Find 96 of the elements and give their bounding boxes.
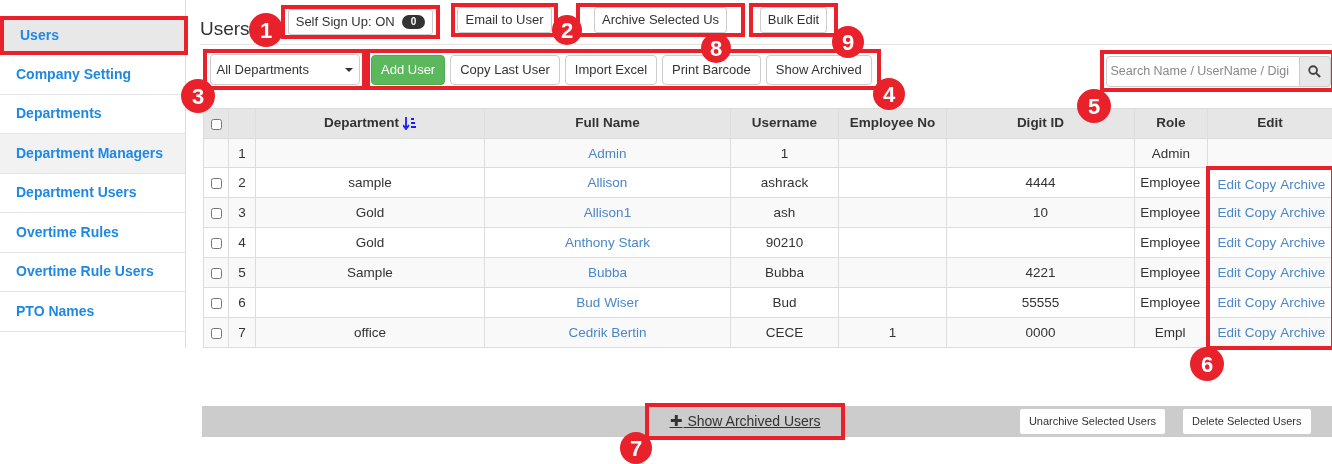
callout-badge: 9 bbox=[832, 26, 864, 58]
action-link[interactable]: Edit bbox=[1217, 295, 1241, 310]
user-link[interactable]: Anthony Stark bbox=[565, 235, 650, 250]
callout-badge: 6 bbox=[1190, 347, 1224, 381]
table-cell: Bud bbox=[772, 295, 797, 310]
top-button[interactable]: Bulk Edit bbox=[759, 7, 828, 33]
toolbar-button[interactable]: Import Excel bbox=[564, 54, 658, 85]
table-cell: Empl bbox=[1154, 325, 1186, 340]
search-button[interactable] bbox=[1299, 55, 1331, 87]
table-cell: 1 bbox=[888, 325, 897, 340]
checkbox[interactable] bbox=[210, 268, 222, 279]
action-link[interactable]: Archive bbox=[1280, 176, 1326, 192]
row-number: 1 bbox=[238, 146, 246, 161]
action-link[interactable]: Archive bbox=[1280, 265, 1326, 280]
table-cell: 4221 bbox=[1025, 265, 1056, 280]
column-header[interactable]: Digit ID bbox=[1016, 113, 1065, 134]
user-link[interactable]: Bubba bbox=[587, 265, 627, 280]
action-link[interactable]: Copy bbox=[1244, 235, 1277, 250]
table-cell: 1 bbox=[780, 146, 789, 161]
checkbox[interactable] bbox=[210, 178, 222, 189]
user-link[interactable]: Allison1 bbox=[583, 205, 632, 220]
action-link[interactable]: Edit bbox=[1217, 235, 1241, 250]
checkbox[interactable] bbox=[210, 328, 222, 339]
add-user-button[interactable]: Add User bbox=[371, 54, 446, 85]
user-link[interactable]: Admin bbox=[588, 146, 627, 161]
action-link[interactable]: Edit bbox=[1217, 176, 1241, 192]
callout-badge: 5 bbox=[1077, 89, 1111, 123]
department-select[interactable]: All Departments bbox=[209, 54, 360, 85]
checkbox[interactable] bbox=[210, 208, 222, 219]
row-number: 4 bbox=[238, 235, 246, 250]
table-cell: Bubba bbox=[764, 265, 804, 280]
action-link[interactable]: Archive bbox=[1280, 295, 1326, 310]
row-number: 5 bbox=[238, 265, 246, 280]
table-cell: Admin bbox=[1151, 146, 1191, 161]
search-icon bbox=[1308, 64, 1321, 78]
table-cell: Employee bbox=[1140, 235, 1201, 250]
callout-badge: 1 bbox=[249, 13, 283, 47]
search-field[interactable]: Search Name / UserName / Digi bbox=[1105, 55, 1300, 87]
row-number: 7 bbox=[238, 325, 246, 340]
sidebar-item[interactable]: Users bbox=[4, 20, 184, 51]
toolbar-button[interactable]: Show Archived bbox=[765, 54, 872, 85]
table-cell: Employee bbox=[1140, 295, 1201, 310]
table-cell: 4444 bbox=[1025, 175, 1056, 190]
table-cell: Gold bbox=[355, 235, 385, 250]
checkbox[interactable] bbox=[210, 238, 222, 249]
callout-badge: 7 bbox=[620, 432, 652, 464]
action-link[interactable]: Archive bbox=[1280, 325, 1326, 340]
row-number: 3 bbox=[238, 205, 246, 220]
footer-button[interactable]: Delete Selected Users bbox=[1183, 409, 1311, 434]
table-cell: Employee bbox=[1140, 205, 1201, 220]
top-button[interactable]: Archive Selected Us bbox=[593, 7, 728, 33]
table-cell: 10 bbox=[1033, 205, 1048, 220]
user-link[interactable]: Cedrik Bertin bbox=[568, 325, 647, 340]
table-cell: CECE bbox=[765, 325, 804, 340]
checkbox[interactable] bbox=[210, 298, 222, 309]
table-cell: Gold bbox=[355, 205, 385, 220]
top-button[interactable]: Email to User bbox=[457, 7, 552, 33]
action-link[interactable]: Archive bbox=[1280, 205, 1326, 220]
checkbox[interactable] bbox=[210, 119, 222, 130]
table-cell: 55555 bbox=[1021, 295, 1060, 310]
row-number: 2 bbox=[238, 175, 246, 190]
row-number: 6 bbox=[238, 295, 246, 310]
callout-badge: 2 bbox=[552, 15, 582, 45]
action-link[interactable]: Copy bbox=[1244, 325, 1277, 340]
table-cell: Sample bbox=[347, 265, 393, 280]
user-link[interactable]: Allison bbox=[587, 175, 628, 190]
action-link[interactable]: Copy bbox=[1244, 205, 1277, 220]
column-header[interactable]: Full Name bbox=[575, 113, 640, 134]
user-link[interactable]: Bud Wiser bbox=[576, 295, 639, 310]
page-title: Users bbox=[200, 17, 250, 41]
table-cell: ashrack bbox=[760, 175, 809, 190]
action-link[interactable]: Copy bbox=[1244, 265, 1277, 280]
action-link[interactable]: Copy bbox=[1244, 295, 1277, 310]
top-button[interactable]: Self Sign Up: ON 0 bbox=[287, 9, 434, 35]
table-cell: Employee bbox=[1140, 265, 1201, 280]
action-link[interactable]: Copy bbox=[1244, 176, 1277, 192]
action-link[interactable]: Edit bbox=[1217, 325, 1241, 340]
table-cell: ash bbox=[773, 205, 796, 220]
table-cell: 0000 bbox=[1025, 325, 1056, 340]
toolbar-button[interactable]: Copy Last User bbox=[450, 54, 560, 85]
callout-badge: 4 bbox=[873, 78, 905, 110]
action-link[interactable]: Archive bbox=[1280, 235, 1326, 250]
plus-icon: ✚ bbox=[669, 410, 683, 433]
action-link[interactable]: Edit bbox=[1217, 265, 1241, 280]
caret-icon bbox=[344, 67, 353, 72]
table-cell: Employee bbox=[1140, 175, 1201, 190]
table-cell: 90210 bbox=[765, 235, 804, 250]
footer-button[interactable]: Unarchive Selected Users bbox=[1019, 409, 1166, 434]
table-cell: sample bbox=[348, 175, 392, 190]
column-header[interactable]: Edit bbox=[1257, 113, 1283, 134]
sidebar-item[interactable]: Department Managers bbox=[0, 134, 185, 174]
count-badge: 0 bbox=[401, 15, 426, 29]
show-archived-link[interactable]: ✚ Show Archived Users bbox=[669, 410, 821, 433]
action-link[interactable]: Edit bbox=[1217, 205, 1241, 220]
table-cell: office bbox=[354, 325, 386, 340]
sort-icon[interactable] bbox=[403, 117, 416, 130]
